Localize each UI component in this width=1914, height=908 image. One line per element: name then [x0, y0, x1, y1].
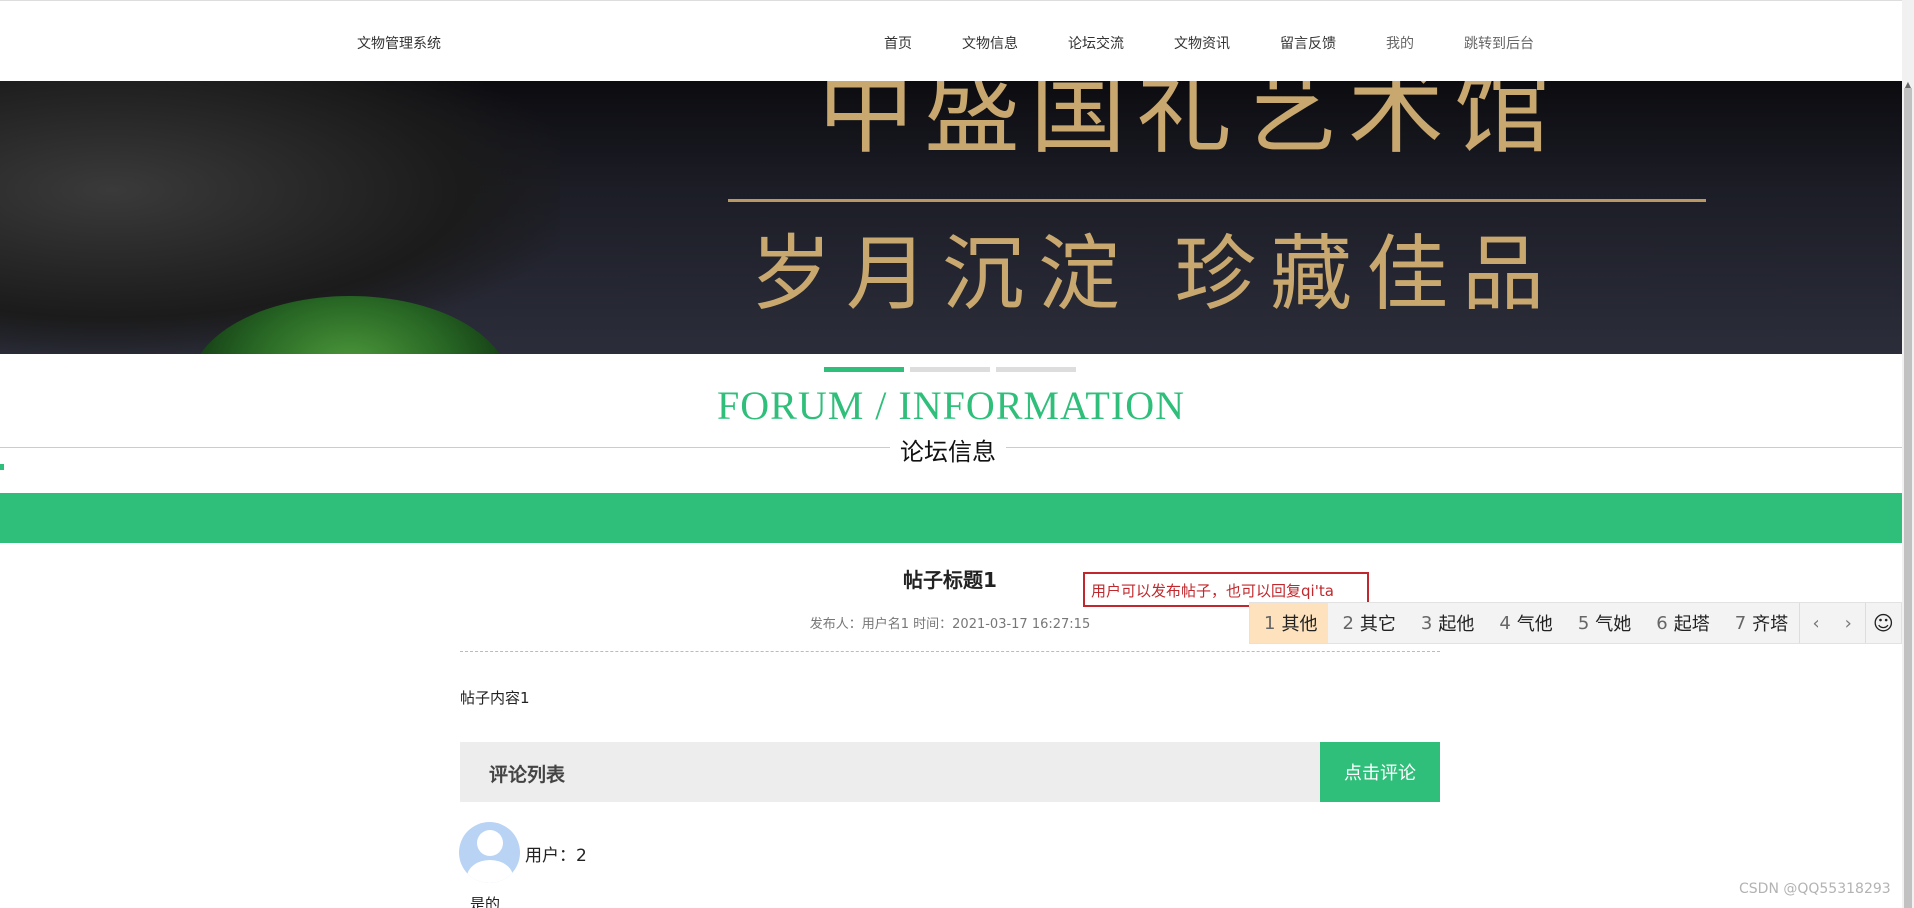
post-content: 帖子内容1 [460, 689, 530, 707]
site-brand[interactable]: 文物管理系统 [357, 33, 441, 53]
post-divider [460, 651, 1440, 652]
nav-news[interactable]: 文物资讯 [1174, 33, 1230, 53]
ime-candidate-2[interactable]: 2 其它 [1328, 603, 1406, 643]
smiley-icon[interactable]: ☺ [1864, 603, 1901, 643]
carousel-dot-3[interactable] [996, 367, 1076, 372]
section-green-bar [0, 493, 1902, 543]
edge-marker [0, 464, 4, 470]
nav-mine[interactable]: 我的 [1386, 33, 1414, 53]
ime-candidate-1[interactable]: 1 其他 [1250, 603, 1329, 643]
banner-title: 中盛国礼艺术馆 [818, 81, 1560, 167]
carousel-indicators [824, 367, 1076, 372]
comment-list-header: 评论列表 点击评论 [460, 742, 1440, 802]
main-nav: 首页 文物信息 论坛交流 文物资讯 留言反馈 我的 跳转到后台 [884, 33, 1584, 53]
chevron-right-icon[interactable]: › [1832, 603, 1865, 643]
banner-divider [728, 199, 1706, 202]
ime-candidate-6[interactable]: 6 起塔 [1642, 603, 1720, 643]
carousel-dot-1[interactable] [824, 367, 904, 372]
ime-candidate-7[interactable]: 7 齐塔 [1721, 603, 1799, 643]
ime-candidate-5[interactable]: 5 气她 [1564, 603, 1642, 643]
chevron-left-icon[interactable]: ‹ [1799, 603, 1832, 643]
nav-forum[interactable]: 论坛交流 [1068, 33, 1124, 53]
comment-text: 是的 [470, 895, 501, 908]
avatar [459, 822, 520, 883]
banner-subtitle: 岁月沉淀 珍藏佳品 [750, 227, 1559, 322]
watermark: CSDN @QQ55318293 [1739, 881, 1891, 897]
nav-relics[interactable]: 文物信息 [962, 33, 1018, 53]
page-scrollbar[interactable]: ▲ [1902, 0, 1914, 908]
add-comment-button[interactable]: 点击评论 [1320, 742, 1440, 802]
carousel-dot-2[interactable] [910, 367, 990, 372]
ime-candidate-bar: 1 其他 2 其它 3 起他 4 气他 5 气她 6 起塔 7 齐塔 ‹ › ☺ [1249, 602, 1902, 644]
comment-user: 用户：2 [525, 846, 587, 866]
ime-candidate-4[interactable]: 4 气他 [1485, 603, 1563, 643]
section-title-en: FORUM / INFORMATION [717, 383, 1185, 428]
scrollbar-thumb[interactable] [1904, 88, 1912, 908]
comment-list-label: 评论列表 [489, 764, 566, 786]
ime-candidate-3[interactable]: 3 起他 [1407, 603, 1485, 643]
section-title-cn: 论坛信息 [890, 432, 1006, 467]
top-navbar: 文物管理系统 首页 文物信息 论坛交流 文物资讯 留言反馈 我的 跳转到后台 [0, 0, 1902, 81]
nav-admin[interactable]: 跳转到后台 [1464, 33, 1534, 53]
banner-carousel[interactable]: 中盛国礼艺术馆 岁月沉淀 珍藏佳品 [0, 81, 1902, 354]
nav-home[interactable]: 首页 [884, 33, 912, 53]
nav-feedback[interactable]: 留言反馈 [1280, 33, 1336, 53]
